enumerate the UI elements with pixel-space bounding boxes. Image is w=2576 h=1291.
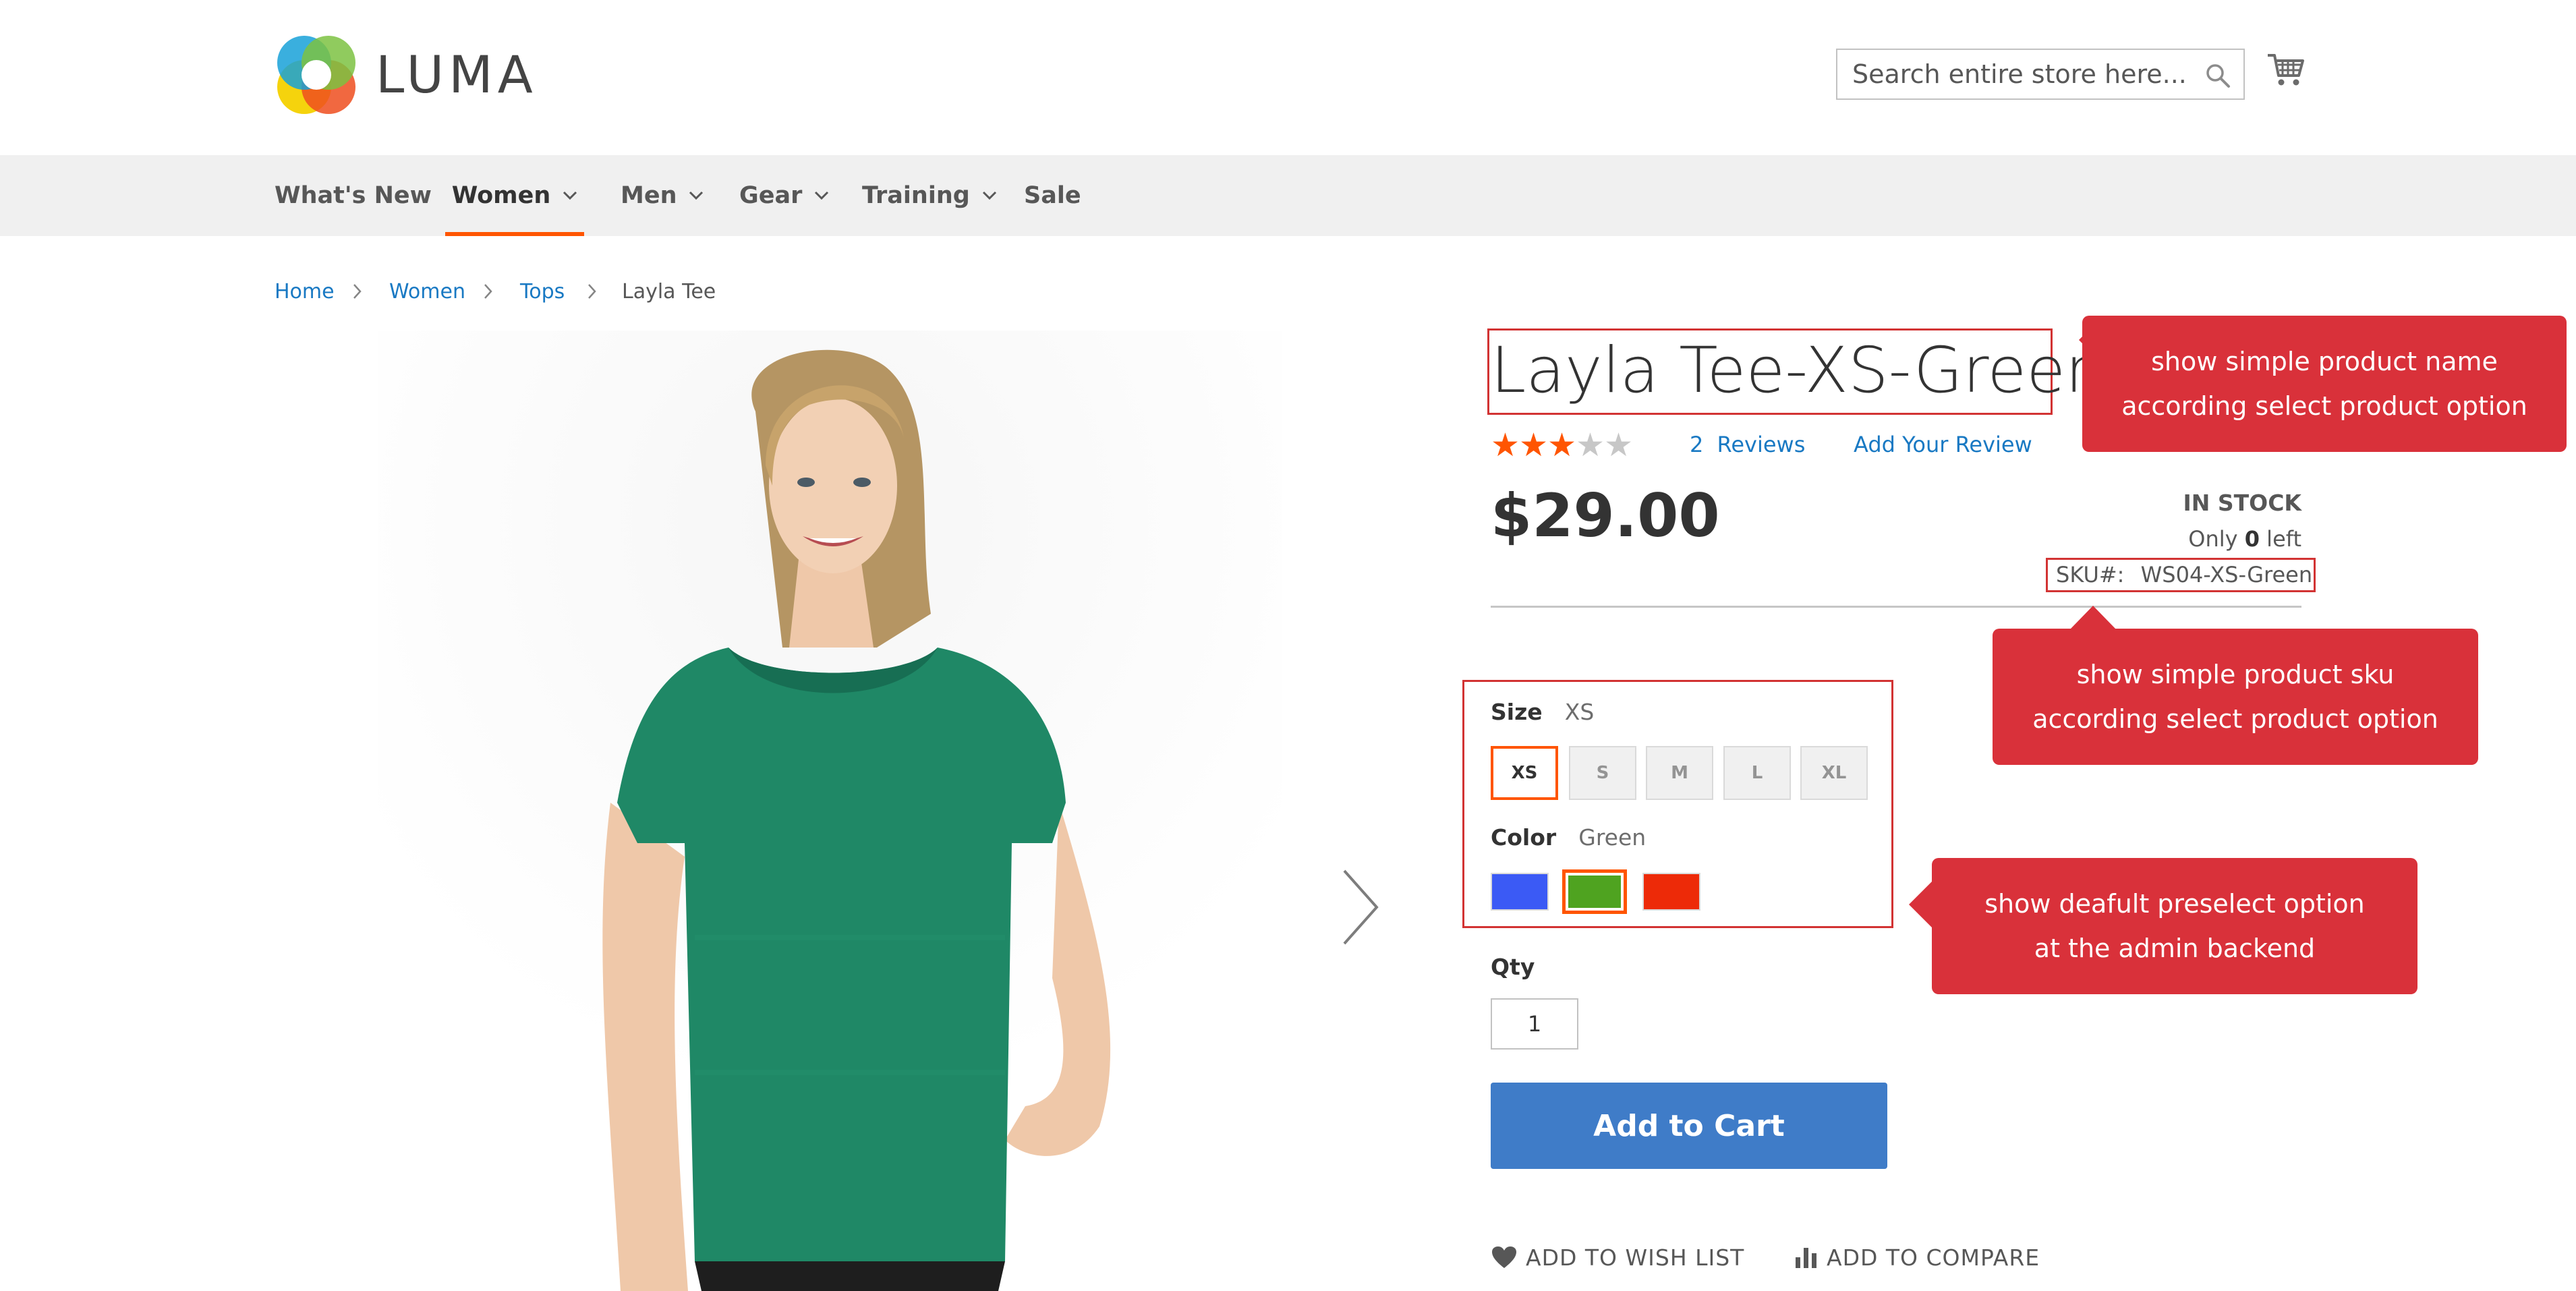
callout-line: according select product option xyxy=(2032,704,2438,734)
chevron-right-icon xyxy=(588,284,596,299)
logo-icon xyxy=(277,35,355,114)
size-swatch-m[interactable]: M xyxy=(1646,746,1713,800)
qty-label: Qty xyxy=(1491,954,1535,980)
nav-label: Men xyxy=(621,182,677,209)
nav-label: Training xyxy=(862,182,970,209)
size-swatch-s[interactable]: S xyxy=(1569,746,1636,800)
chevron-down-icon xyxy=(982,191,996,200)
next-image-arrow-icon[interactable] xyxy=(1339,867,1382,948)
nav-label: Women xyxy=(451,182,551,209)
size-value: XS xyxy=(1564,699,1595,725)
breadcrumb-tops[interactable]: Tops xyxy=(520,280,565,304)
compare-label: ADD TO COMPARE xyxy=(1827,1244,2040,1271)
nav-item-gear[interactable]: Gear xyxy=(739,155,829,236)
color-swatch-red[interactable] xyxy=(1642,873,1700,911)
chevron-down-icon xyxy=(563,191,577,200)
color-swatch-green[interactable] xyxy=(1562,869,1627,914)
color-swatch-blue[interactable] xyxy=(1491,873,1549,911)
nav-label: What's New xyxy=(275,182,432,209)
nav-item-women[interactable]: Women xyxy=(445,155,584,236)
add-to-wishlist-link[interactable]: ADD TO WISH LIST xyxy=(1491,1241,1744,1273)
sku-value: WS04-XS-Green xyxy=(2140,562,2313,587)
only-suffix: left xyxy=(2266,526,2301,552)
heart-icon xyxy=(1492,1246,1516,1268)
star-icon: ★ xyxy=(1604,426,1634,464)
chevron-down-icon xyxy=(815,191,829,200)
luma-logo[interactable]: LUMA xyxy=(275,32,558,117)
color-label: Color xyxy=(1491,824,1557,851)
add-to-cart-button[interactable]: Add to Cart xyxy=(1491,1083,1887,1169)
size-swatch-xl[interactable]: XL xyxy=(1800,746,1868,800)
rating-stars[interactable]: ★ ★ ★ ★ ★ xyxy=(1491,426,1634,464)
product-sku: SKU#: WS04-XS-Green xyxy=(2056,560,2312,590)
callout-default-option: show deafult preselect option at the adm… xyxy=(1932,858,2417,994)
reviews-count: 2 xyxy=(1690,432,1704,457)
main-navigation: What's New Women Men Gear Training Sale xyxy=(0,155,2576,236)
search-box[interactable] xyxy=(1836,49,2245,100)
callout-line: show deafult preselect option xyxy=(1984,889,2365,919)
product-price: $29.00 xyxy=(1491,481,1720,550)
product-photo xyxy=(378,331,1282,1291)
qty-input[interactable] xyxy=(1491,998,1578,1050)
star-icon: ★ xyxy=(1491,426,1520,464)
chevron-right-icon xyxy=(353,284,362,299)
callout-pointer xyxy=(1909,880,1933,929)
callout-line: at the admin backend xyxy=(2034,934,2316,963)
nav-label: Gear xyxy=(739,182,803,209)
nav-item-men[interactable]: Men xyxy=(621,155,704,236)
cart-icon[interactable] xyxy=(2266,51,2304,89)
add-to-compare-link[interactable]: ADD TO COMPARE xyxy=(1794,1241,2040,1273)
compare-icon xyxy=(1796,1248,1816,1268)
divider xyxy=(1491,606,2301,608)
wishlist-label: ADD TO WISH LIST xyxy=(1526,1244,1745,1271)
chevron-right-icon xyxy=(484,284,492,299)
search-icon[interactable] xyxy=(2204,62,2231,89)
nav-item-sale[interactable]: Sale xyxy=(1024,155,1081,236)
sku-label: SKU#: xyxy=(2056,562,2125,587)
size-option-header: Size XS xyxy=(1491,699,1594,725)
size-swatch-xs[interactable]: XS xyxy=(1491,746,1558,800)
chevron-down-icon xyxy=(689,191,704,200)
stock-status: IN STOCK xyxy=(2183,490,2301,516)
callout-product-name: show simple product name according selec… xyxy=(2082,316,2567,452)
logo-text: LUMA xyxy=(376,45,538,105)
breadcrumb-home[interactable]: Home xyxy=(275,280,335,304)
color-value: Green xyxy=(1578,824,1647,851)
star-icon: ★ xyxy=(1576,426,1605,464)
size-swatch-l[interactable]: L xyxy=(1723,746,1791,800)
size-label: Size xyxy=(1491,699,1543,725)
breadcrumb-women[interactable]: Women xyxy=(389,280,465,304)
reviews-label: Reviews xyxy=(1717,432,1806,457)
product-image[interactable] xyxy=(378,331,1282,1291)
callout-pointer xyxy=(2069,606,2117,630)
breadcrumb-current: Layla Tee xyxy=(622,279,716,304)
nav-item-training[interactable]: Training xyxy=(862,155,997,236)
callout-product-sku: show simple product sku according select… xyxy=(1993,629,2478,765)
add-review-link[interactable]: Add Your Review xyxy=(1854,432,2032,457)
nav-label: Sale xyxy=(1024,182,1081,209)
color-option-header: Color Green xyxy=(1491,824,1646,851)
star-icon: ★ xyxy=(1519,426,1549,464)
nav-item-whats-new[interactable]: What's New xyxy=(275,155,432,236)
reviews-link[interactable]: 2 Reviews xyxy=(1690,432,1805,457)
search-input[interactable] xyxy=(1837,50,2243,98)
only-count: 0 xyxy=(2244,526,2260,552)
star-icon: ★ xyxy=(1547,426,1577,464)
stock-remaining: Only 0 left xyxy=(2131,526,2301,552)
callout-line: show simple product name xyxy=(2151,347,2498,376)
product-title: Layla Tee-XS-Green xyxy=(1491,334,2106,407)
only-prefix: Only xyxy=(2188,526,2238,552)
callout-line: show simple product sku xyxy=(2076,660,2395,689)
callout-line: according select product option xyxy=(2121,391,2527,421)
